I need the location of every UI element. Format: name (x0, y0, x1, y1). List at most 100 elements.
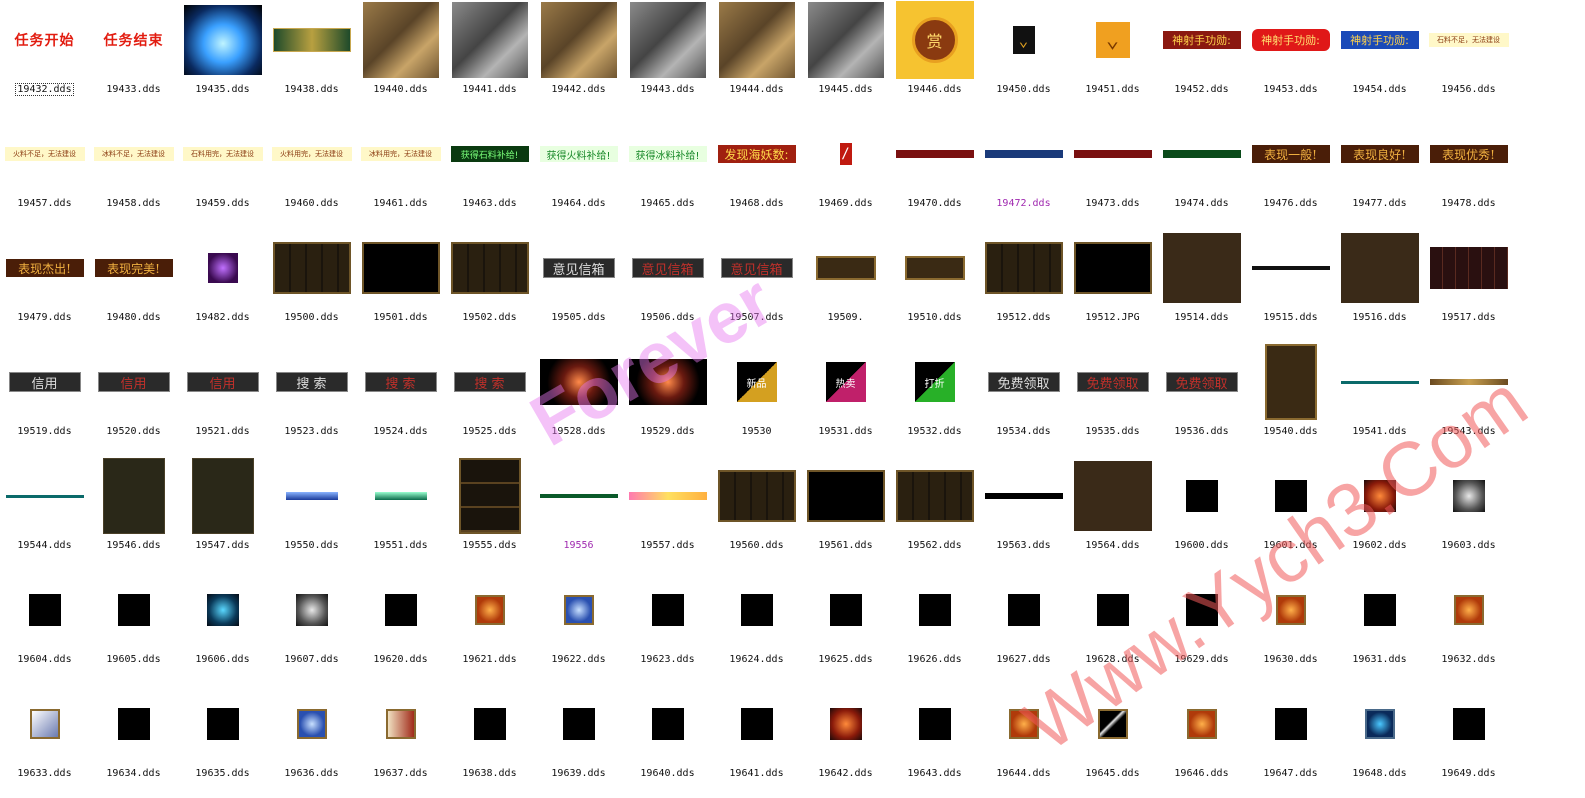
file-tile[interactable]: 19629.dds (1157, 570, 1246, 684)
file-thumbnail[interactable] (1335, 342, 1424, 422)
file-thumbnail[interactable]: 意见信箱 (623, 228, 712, 308)
file-tile[interactable]: 19607.dds (267, 570, 356, 684)
file-thumbnail[interactable] (178, 0, 267, 80)
file-thumbnail[interactable] (890, 114, 979, 194)
file-thumbnail[interactable]: 石料用完，无法建设 (178, 114, 267, 194)
file-thumbnail[interactable]: 打折 (890, 342, 979, 422)
file-tile[interactable]: 获得冰料补给! 19465.dds (623, 114, 712, 228)
file-thumbnail[interactable] (267, 570, 356, 650)
file-tile[interactable]: 意见信箱 19507.dds (712, 228, 801, 342)
file-thumbnail[interactable]: 新品 (712, 342, 801, 422)
file-thumbnail[interactable] (979, 114, 1068, 194)
file-thumbnail[interactable]: 赏 (890, 0, 979, 80)
file-tile[interactable]: 搜 索 19525.dds (445, 342, 534, 456)
file-thumbnail[interactable] (712, 456, 801, 536)
file-tile[interactable]: 搜 索 19524.dds (356, 342, 445, 456)
file-tile[interactable]: 19649.dds (1424, 684, 1513, 798)
file-tile[interactable]: 19627.dds (979, 570, 1068, 684)
file-thumbnail[interactable]: 意见信箱 (534, 228, 623, 308)
file-tile[interactable]: 火料用完，无法建设 19460.dds (267, 114, 356, 228)
file-tile[interactable]: 19544.dds (0, 456, 89, 570)
file-thumbnail[interactable] (534, 570, 623, 650)
file-thumbnail[interactable] (623, 342, 712, 422)
file-tile[interactable]: 19623.dds (623, 570, 712, 684)
file-tile[interactable]: 19541.dds (1335, 342, 1424, 456)
file-tile[interactable]: 19482.dds (178, 228, 267, 342)
file-thumbnail[interactable] (267, 228, 356, 308)
file-thumbnail[interactable] (1157, 684, 1246, 764)
file-thumbnail[interactable] (801, 684, 890, 764)
file-thumbnail[interactable] (1068, 570, 1157, 650)
file-thumbnail[interactable] (890, 228, 979, 308)
file-tile[interactable]: 19500.dds (267, 228, 356, 342)
file-tile[interactable]: 19605.dds (89, 570, 178, 684)
file-thumbnail[interactable]: 信用 (178, 342, 267, 422)
file-tile[interactable]: 19443.dds (623, 0, 712, 114)
file-tile[interactable]: 19445.dds (801, 0, 890, 114)
file-thumbnail[interactable] (1424, 684, 1513, 764)
file-tile[interactable]: 表现优秀! 19478.dds (1424, 114, 1513, 228)
file-thumbnail[interactable] (1424, 570, 1513, 650)
file-thumbnail[interactable] (890, 684, 979, 764)
file-thumbnail[interactable]: 火料不足，无法建设 (0, 114, 89, 194)
file-thumbnail[interactable] (178, 570, 267, 650)
file-thumbnail[interactable] (178, 456, 267, 536)
file-tile[interactable]: 19474.dds (1157, 114, 1246, 228)
file-tile[interactable]: 19540.dds (1246, 342, 1335, 456)
file-tile[interactable]: 神射手功勋: 19452.dds (1157, 0, 1246, 114)
file-thumbnail[interactable] (1068, 114, 1157, 194)
file-tile[interactable]: 19631.dds (1335, 570, 1424, 684)
file-thumbnail[interactable]: 表现杰出! (0, 228, 89, 308)
file-thumbnail[interactable] (623, 0, 712, 80)
file-tile[interactable]: 表现杰出! 19479.dds (0, 228, 89, 342)
file-thumbnail[interactable] (267, 684, 356, 764)
file-tile[interactable]: 19529.dds (623, 342, 712, 456)
file-tile[interactable]: 19557.dds (623, 456, 712, 570)
file-tile[interactable]: 冰料用完，无法建设 19461.dds (356, 114, 445, 228)
file-tile[interactable]: 表现良好! 19477.dds (1335, 114, 1424, 228)
file-thumbnail[interactable] (445, 456, 534, 536)
file-thumbnail[interactable] (89, 684, 178, 764)
file-thumbnail[interactable] (356, 228, 445, 308)
file-tile[interactable]: 19546.dds (89, 456, 178, 570)
file-tile[interactable]: 19633.dds (0, 684, 89, 798)
file-tile[interactable]: 19564.dds (1068, 456, 1157, 570)
file-thumbnail[interactable] (1246, 228, 1335, 308)
file-thumbnail[interactable]: 发现海妖数: (712, 114, 801, 194)
file-tile[interactable]: 19602.dds (1335, 456, 1424, 570)
file-tile[interactable]: 19561.dds (801, 456, 890, 570)
file-tile[interactable]: 信用 19520.dds (89, 342, 178, 456)
file-thumbnail[interactable]: 冰料不足，无法建设 (89, 114, 178, 194)
file-tile[interactable]: 19555.dds (445, 456, 534, 570)
file-tile[interactable]: 19502.dds (445, 228, 534, 342)
file-thumbnail[interactable] (1157, 114, 1246, 194)
file-thumbnail[interactable]: 获得石料补给! (445, 114, 534, 194)
file-tile[interactable]: 19604.dds (0, 570, 89, 684)
file-tile[interactable]: 免费领取 19536.dds (1157, 342, 1246, 456)
file-thumbnail[interactable] (623, 684, 712, 764)
file-tile[interactable]: 19512.dds (979, 228, 1068, 342)
file-thumbnail[interactable] (890, 570, 979, 650)
file-tile[interactable]: 打折 19532.dds (890, 342, 979, 456)
file-thumbnail[interactable] (801, 228, 890, 308)
file-tile[interactable]: 获得火料补给! 19464.dds (534, 114, 623, 228)
file-thumbnail[interactable]: 任务开始 (0, 0, 89, 80)
file-thumbnail[interactable] (534, 342, 623, 422)
file-tile[interactable]: 神射手功勋: 19454.dds (1335, 0, 1424, 114)
file-tile[interactable]: 19543.dds (1424, 342, 1513, 456)
file-tile[interactable]: 免费领取 19535.dds (1068, 342, 1157, 456)
file-tile[interactable]: 赏 19446.dds (890, 0, 979, 114)
file-tile[interactable]: 19528.dds (534, 342, 623, 456)
file-tile[interactable]: 19560.dds (712, 456, 801, 570)
file-thumbnail[interactable] (1157, 228, 1246, 308)
file-tile[interactable]: 19601.dds (1246, 456, 1335, 570)
file-thumbnail[interactable]: 信用 (0, 342, 89, 422)
file-tile[interactable]: 19625.dds (801, 570, 890, 684)
file-tile[interactable]: 19438.dds (267, 0, 356, 114)
file-thumbnail[interactable] (1335, 570, 1424, 650)
file-tile[interactable]: 神射手功勋: 19453.dds (1246, 0, 1335, 114)
file-tile[interactable]: 表现一般! 19476.dds (1246, 114, 1335, 228)
file-thumbnail[interactable] (623, 570, 712, 650)
file-tile[interactable]: 19501.dds (356, 228, 445, 342)
file-tile[interactable]: 19509. (801, 228, 890, 342)
